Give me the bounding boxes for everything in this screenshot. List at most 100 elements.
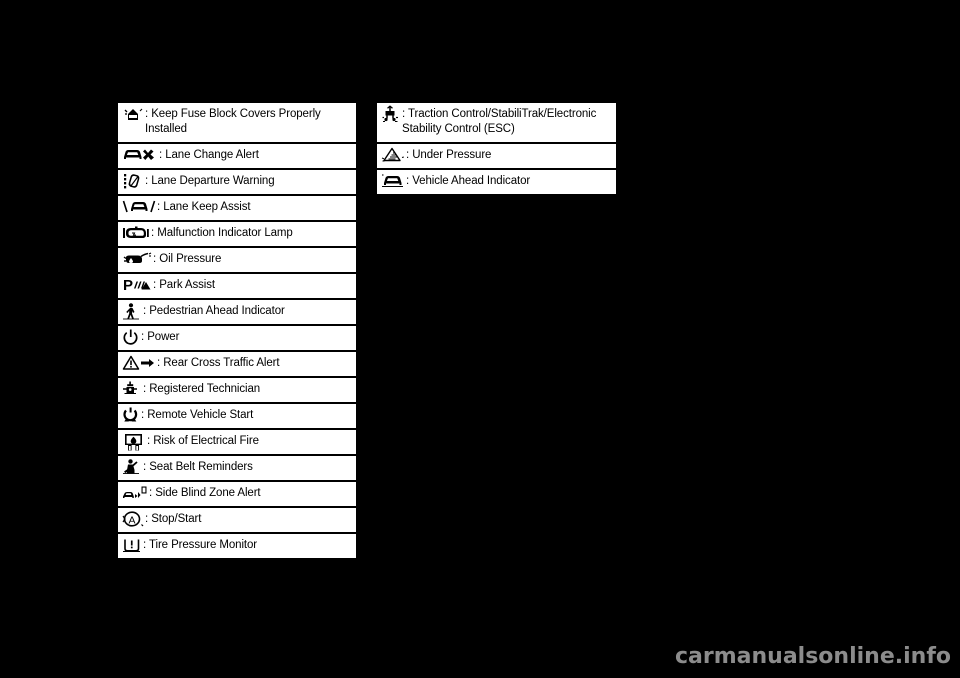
list-item: : Power: [118, 326, 356, 350]
list-item-text: : Park Assist: [153, 276, 215, 293]
separator-colon: :: [143, 305, 147, 317]
list-item: : Remote Vehicle Start: [118, 404, 356, 428]
list-item-text: : Rear Cross Traffic Alert: [157, 354, 280, 371]
separator-colon: :: [147, 435, 151, 447]
page-canvas: : Keep Fuse Block Covers Properly Instal…: [0, 0, 960, 678]
oil-pressure-icon: [122, 250, 152, 267]
list-item: : Under Pressure: [377, 144, 616, 168]
list-item: : Risk of Electrical Fire: [118, 430, 356, 454]
list-item: : Lane Departure Warning: [118, 170, 356, 194]
list-item-text: : Vehicle Ahead Indicator: [406, 172, 530, 189]
list-item-label: Side Blind Zone Alert: [155, 487, 261, 499]
list-item-label: Seat Belt Reminders: [149, 461, 253, 473]
list-item-text: : Traction Control/StabiliTrak/Electroni…: [402, 105, 612, 137]
list-item-label: Pedestrian Ahead Indicator: [149, 305, 285, 317]
remote-vehicle-start-icon: [122, 406, 140, 424]
list-item-text: : Malfunction Indicator Lamp: [151, 224, 293, 241]
list-item-text: : Registered Technician: [143, 380, 260, 397]
separator-colon: :: [159, 149, 163, 161]
separator-colon: :: [406, 175, 410, 187]
list-item: : Malfunction Indicator Lamp: [118, 222, 356, 246]
under-pressure-icon: [381, 146, 405, 164]
list-item: : Registered Technician: [118, 378, 356, 402]
separator-colon: :: [149, 487, 153, 499]
list-item: : Pedestrian Ahead Indicator: [118, 300, 356, 324]
fuse-block-cover-icon: [122, 105, 144, 123]
separator-colon: :: [145, 175, 149, 187]
list-item: : Side Blind Zone Alert: [118, 482, 356, 506]
list-item-label: Lane Departure Warning: [151, 175, 275, 187]
separator-colon: :: [406, 149, 410, 161]
separator-colon: :: [143, 461, 147, 473]
watermark: carmanualsonline.info: [675, 644, 951, 669]
list-item-text: : Lane Change Alert: [159, 146, 259, 163]
list-item-text: : Seat Belt Reminders: [143, 458, 253, 475]
park-assist-icon: P: [122, 276, 152, 294]
list-item: A : Stop/Start: [118, 508, 356, 532]
vehicle-ahead-indicator-icon: [381, 172, 405, 189]
list-item-label: Registered Technician: [149, 383, 261, 395]
separator-colon: :: [141, 331, 145, 343]
separator-colon: :: [151, 227, 155, 239]
list-item-text: : Lane Keep Assist: [157, 198, 251, 215]
separator-colon: :: [153, 279, 157, 291]
symbol-list-left: : Keep Fuse Block Covers Properly Instal…: [118, 103, 356, 560]
list-item: : Traction Control/StabiliTrak/Electroni…: [377, 103, 616, 142]
list-item: : Seat Belt Reminders: [118, 456, 356, 480]
separator-colon: :: [157, 357, 161, 369]
list-item: : Rear Cross Traffic Alert: [118, 352, 356, 376]
seat-belt-reminders-icon: [122, 458, 142, 477]
list-item-text: : Remote Vehicle Start: [141, 406, 253, 423]
rear-cross-traffic-alert-icon: [122, 354, 156, 372]
list-item-text: : Keep Fuse Block Covers Properly Instal…: [145, 105, 352, 137]
separator-colon: :: [145, 513, 149, 525]
separator-colon: :: [402, 108, 406, 120]
list-item-label: Tire Pressure Monitor: [149, 539, 258, 551]
list-item-label: Vehicle Ahead Indicator: [412, 175, 531, 187]
list-item-label: Malfunction Indicator Lamp: [157, 227, 293, 239]
power-icon: [122, 328, 140, 346]
traction-control-icon: [381, 105, 401, 124]
list-item: : Vehicle Ahead Indicator: [377, 170, 616, 194]
list-item-text: : Side Blind Zone Alert: [149, 484, 261, 501]
side-blind-zone-alert-icon: [122, 484, 148, 503]
list-item-text: : Pedestrian Ahead Indicator: [143, 302, 285, 319]
list-item-label: Keep Fuse Block Covers Properly Installe…: [145, 108, 321, 135]
list-item-text: : Tire Pressure Monitor: [143, 536, 257, 553]
separator-colon: :: [143, 383, 147, 395]
list-item: P : Park Assist: [118, 274, 356, 298]
list-item: : Lane Change Alert: [118, 144, 356, 168]
svg-text:P: P: [123, 277, 133, 294]
malfunction-indicator-lamp-icon: [122, 224, 150, 242]
risk-of-electrical-fire-icon: [122, 432, 146, 452]
lane-keep-assist-icon: [122, 198, 156, 215]
separator-colon: :: [143, 539, 147, 551]
tire-pressure-monitor-icon: [122, 536, 142, 554]
registered-technician-icon: [122, 380, 142, 398]
list-item-label: Power: [147, 331, 180, 343]
list-item-text: : Under Pressure: [406, 146, 491, 163]
list-item: : Lane Keep Assist: [118, 196, 356, 220]
list-item-label: Stop/Start: [151, 513, 202, 525]
list-item-text: : Risk of Electrical Fire: [147, 432, 259, 449]
list-item-text: : Power: [141, 328, 179, 345]
list-item-label: Oil Pressure: [159, 253, 222, 265]
list-item-label: Lane Keep Assist: [163, 201, 251, 213]
list-item-text: : Stop/Start: [145, 510, 201, 527]
separator-colon: :: [157, 201, 161, 213]
list-item-label: Under Pressure: [412, 149, 492, 161]
list-item-text: : Lane Departure Warning: [145, 172, 275, 189]
lane-departure-warning-icon: [122, 172, 144, 191]
list-item-label: Risk of Electrical Fire: [153, 435, 259, 447]
list-item: : Oil Pressure: [118, 248, 356, 272]
separator-colon: :: [153, 253, 157, 265]
stop-start-icon: A: [122, 510, 144, 528]
list-item-text: : Oil Pressure: [153, 250, 221, 267]
list-item-label: Lane Change Alert: [165, 149, 259, 161]
pedestrian-ahead-indicator-icon: [122, 302, 142, 321]
lane-change-alert-icon: [122, 146, 158, 163]
list-item: : Keep Fuse Block Covers Properly Instal…: [118, 103, 356, 142]
separator-colon: :: [145, 108, 149, 120]
svg-text:A: A: [129, 515, 136, 527]
list-item: : Tire Pressure Monitor: [118, 534, 356, 558]
